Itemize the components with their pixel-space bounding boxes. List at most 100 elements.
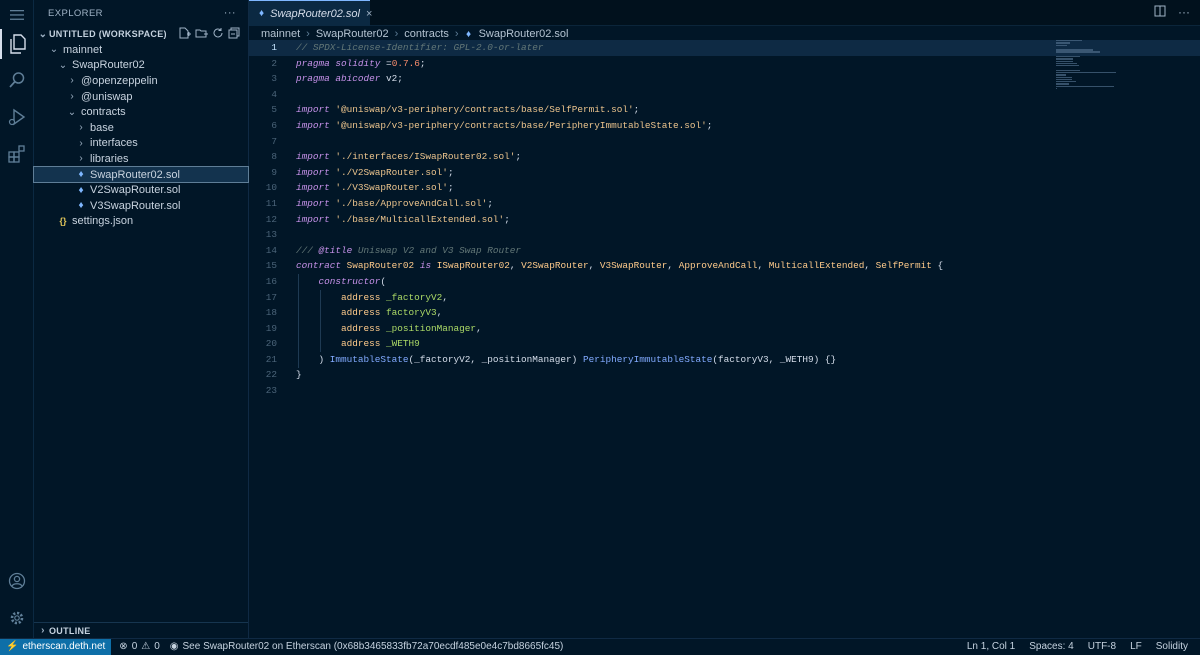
editor-area: ♦ SwapRouter02.sol × ··· mainnet › SwapRou… [249,0,1200,638]
etherscan-message: See SwapRouter02 on Etherscan (0x68b3465… [182,641,564,652]
code-token: address [341,338,381,350]
code-token: _positionManager [386,322,477,334]
etherscan-link[interactable]: ◉ See SwapRouter02 on Etherscan (0x68b34… [170,641,564,652]
line-text: import '@uniswap/v3-periphery/contracts/… [296,102,639,118]
line-number: 20 [265,338,277,350]
encoding[interactable]: UTF-8 [1088,641,1116,652]
line-number: 22 [265,369,277,381]
new-file-icon[interactable] [178,27,191,39]
language-mode[interactable]: Solidity [1156,641,1188,652]
json-file-icon: {} [59,216,67,227]
tree-item[interactable]: ♦ V2SwapRouter.sol [34,182,248,198]
settings-gear-icon[interactable] [0,603,34,633]
line-text: pragma solidity =0.7.6; [296,56,425,72]
tree-item[interactable]: ♦ V3SwapRouter.sol [34,198,248,214]
indent-guide [320,289,321,352]
tree-item[interactable]: › interfaces [34,136,248,152]
line-text: import './interfaces/ISwapRouter02.sol'; [296,149,521,165]
close-tab-icon[interactable]: × [366,8,372,20]
indentation[interactable]: Spaces: 4 [1029,641,1073,652]
more-actions-icon[interactable]: ··· [224,7,236,19]
breadcrumb-item[interactable]: contracts [404,28,449,40]
chevron-down-icon: ⌄ [49,44,59,56]
code-line: 19 address _positionManager, [249,321,1200,337]
code-token: address [341,322,381,334]
cursor-position[interactable]: Ln 1, Col 1 [967,641,1015,652]
tab-swaprouter02[interactable]: ♦ SwapRouter02.sol × [249,0,372,26]
code-token: (_factoryV2, _positionManager) [408,353,583,365]
line-text: import './V3SwapRouter.sol'; [296,180,454,196]
code-token: } [296,369,302,381]
collapse-all-icon[interactable] [228,27,240,39]
minimap-line [1056,44,1068,46]
tree-item-label: @uniswap [81,90,133,103]
code-token: ApproveAndCall [678,260,758,272]
line-text: import '@uniswap/v3-periphery/contracts/… [296,118,712,134]
line-text: ) ImmutableState(_factoryV2, _positionMa… [296,352,837,368]
explorer-icon[interactable] [0,29,34,59]
minimap[interactable] [1056,40,1116,90]
solidity-file-icon: ♦ [466,28,472,40]
menu-icon[interactable] [0,0,34,30]
extensions-icon[interactable] [0,139,34,169]
activity-bar [0,0,34,638]
outline-section-header[interactable]: › OUTLINE [34,622,248,638]
code-token: /// [296,244,319,256]
tree-item[interactable]: › @uniswap [34,89,248,105]
tab-bar: ♦ SwapRouter02.sol × ··· [249,0,1200,26]
tree-item[interactable]: {} settings.json [34,214,248,230]
code-token: , [864,260,876,272]
tree-item[interactable]: ♦ SwapRouter02.sol [33,165,249,184]
line-text: pragma abicoder v2; [296,71,403,87]
search-icon[interactable] [0,65,34,95]
code-token: ; [515,151,522,163]
chevron-right-icon: › [70,75,74,87]
split-editor-icon[interactable] [1154,5,1166,17]
problems-indicator[interactable]: ⊗ 0 ⚠ 0 [119,641,159,652]
warning-icon: ⚠ [141,641,151,652]
code-token: './V2SwapRouter.sol' [335,166,448,178]
account-icon[interactable] [0,566,34,596]
code-token: Uniswap V2 and V3 Swap Router [352,244,522,256]
minimap-line [1056,49,1093,51]
indent-guide [298,274,299,368]
breadcrumb-item[interactable]: SwapRouter02.sol [479,28,569,40]
tree-item-label: V2SwapRouter.sol [90,184,181,197]
code-token: address [341,291,381,303]
code-token: is [419,260,432,272]
tree-item[interactable]: › @openzeppelin [34,73,248,89]
code-line: 23 [249,383,1200,399]
code-token: @title [318,244,353,256]
more-editor-actions-icon[interactable]: ··· [1178,5,1190,19]
code-token: './base/ApproveAndCall.sol' [335,197,488,209]
code-token: address [341,307,381,319]
run-debug-icon[interactable] [0,102,34,132]
tree-item[interactable]: › libraries [34,151,248,167]
code-token: { [931,260,944,272]
tree-item[interactable]: › base [34,120,248,136]
minimap-line [1056,51,1101,53]
tree-item[interactable]: ⌄ contracts [34,104,248,120]
code-token: ; [706,119,713,131]
breadcrumb-item[interactable]: mainnet [261,28,300,40]
code-line: 4 [249,87,1200,103]
code-token: SwapRouter02 [346,260,415,272]
code-token: SelfPermit [875,260,932,272]
code-token: import [296,166,330,178]
tree-item[interactable]: ⌄ mainnet [34,42,248,58]
breadcrumb-item[interactable]: SwapRouter02 [316,28,389,40]
remote-indicator[interactable]: ⚡ etherscan.deth.net [0,638,112,655]
chevron-right-icon: › [41,625,45,636]
line-text: } [296,367,302,383]
code-token: factoryV3 [386,307,437,319]
new-folder-icon[interactable] [195,27,208,39]
workspace-section-header[interactable]: ⌄ UNTITLED (WORKSPACE) [34,26,248,42]
tree-item[interactable]: ⌄ SwapRouter02 [34,58,248,74]
code-editor[interactable]: 1 // SPDX-License-Identifier: GPL-2.0-or-… [249,40,1200,399]
refresh-icon[interactable] [212,27,224,39]
line-text: address _positionManager, [296,321,482,337]
chevron-down-icon: ⌄ [58,59,68,71]
end-of-line[interactable]: LF [1130,641,1142,652]
